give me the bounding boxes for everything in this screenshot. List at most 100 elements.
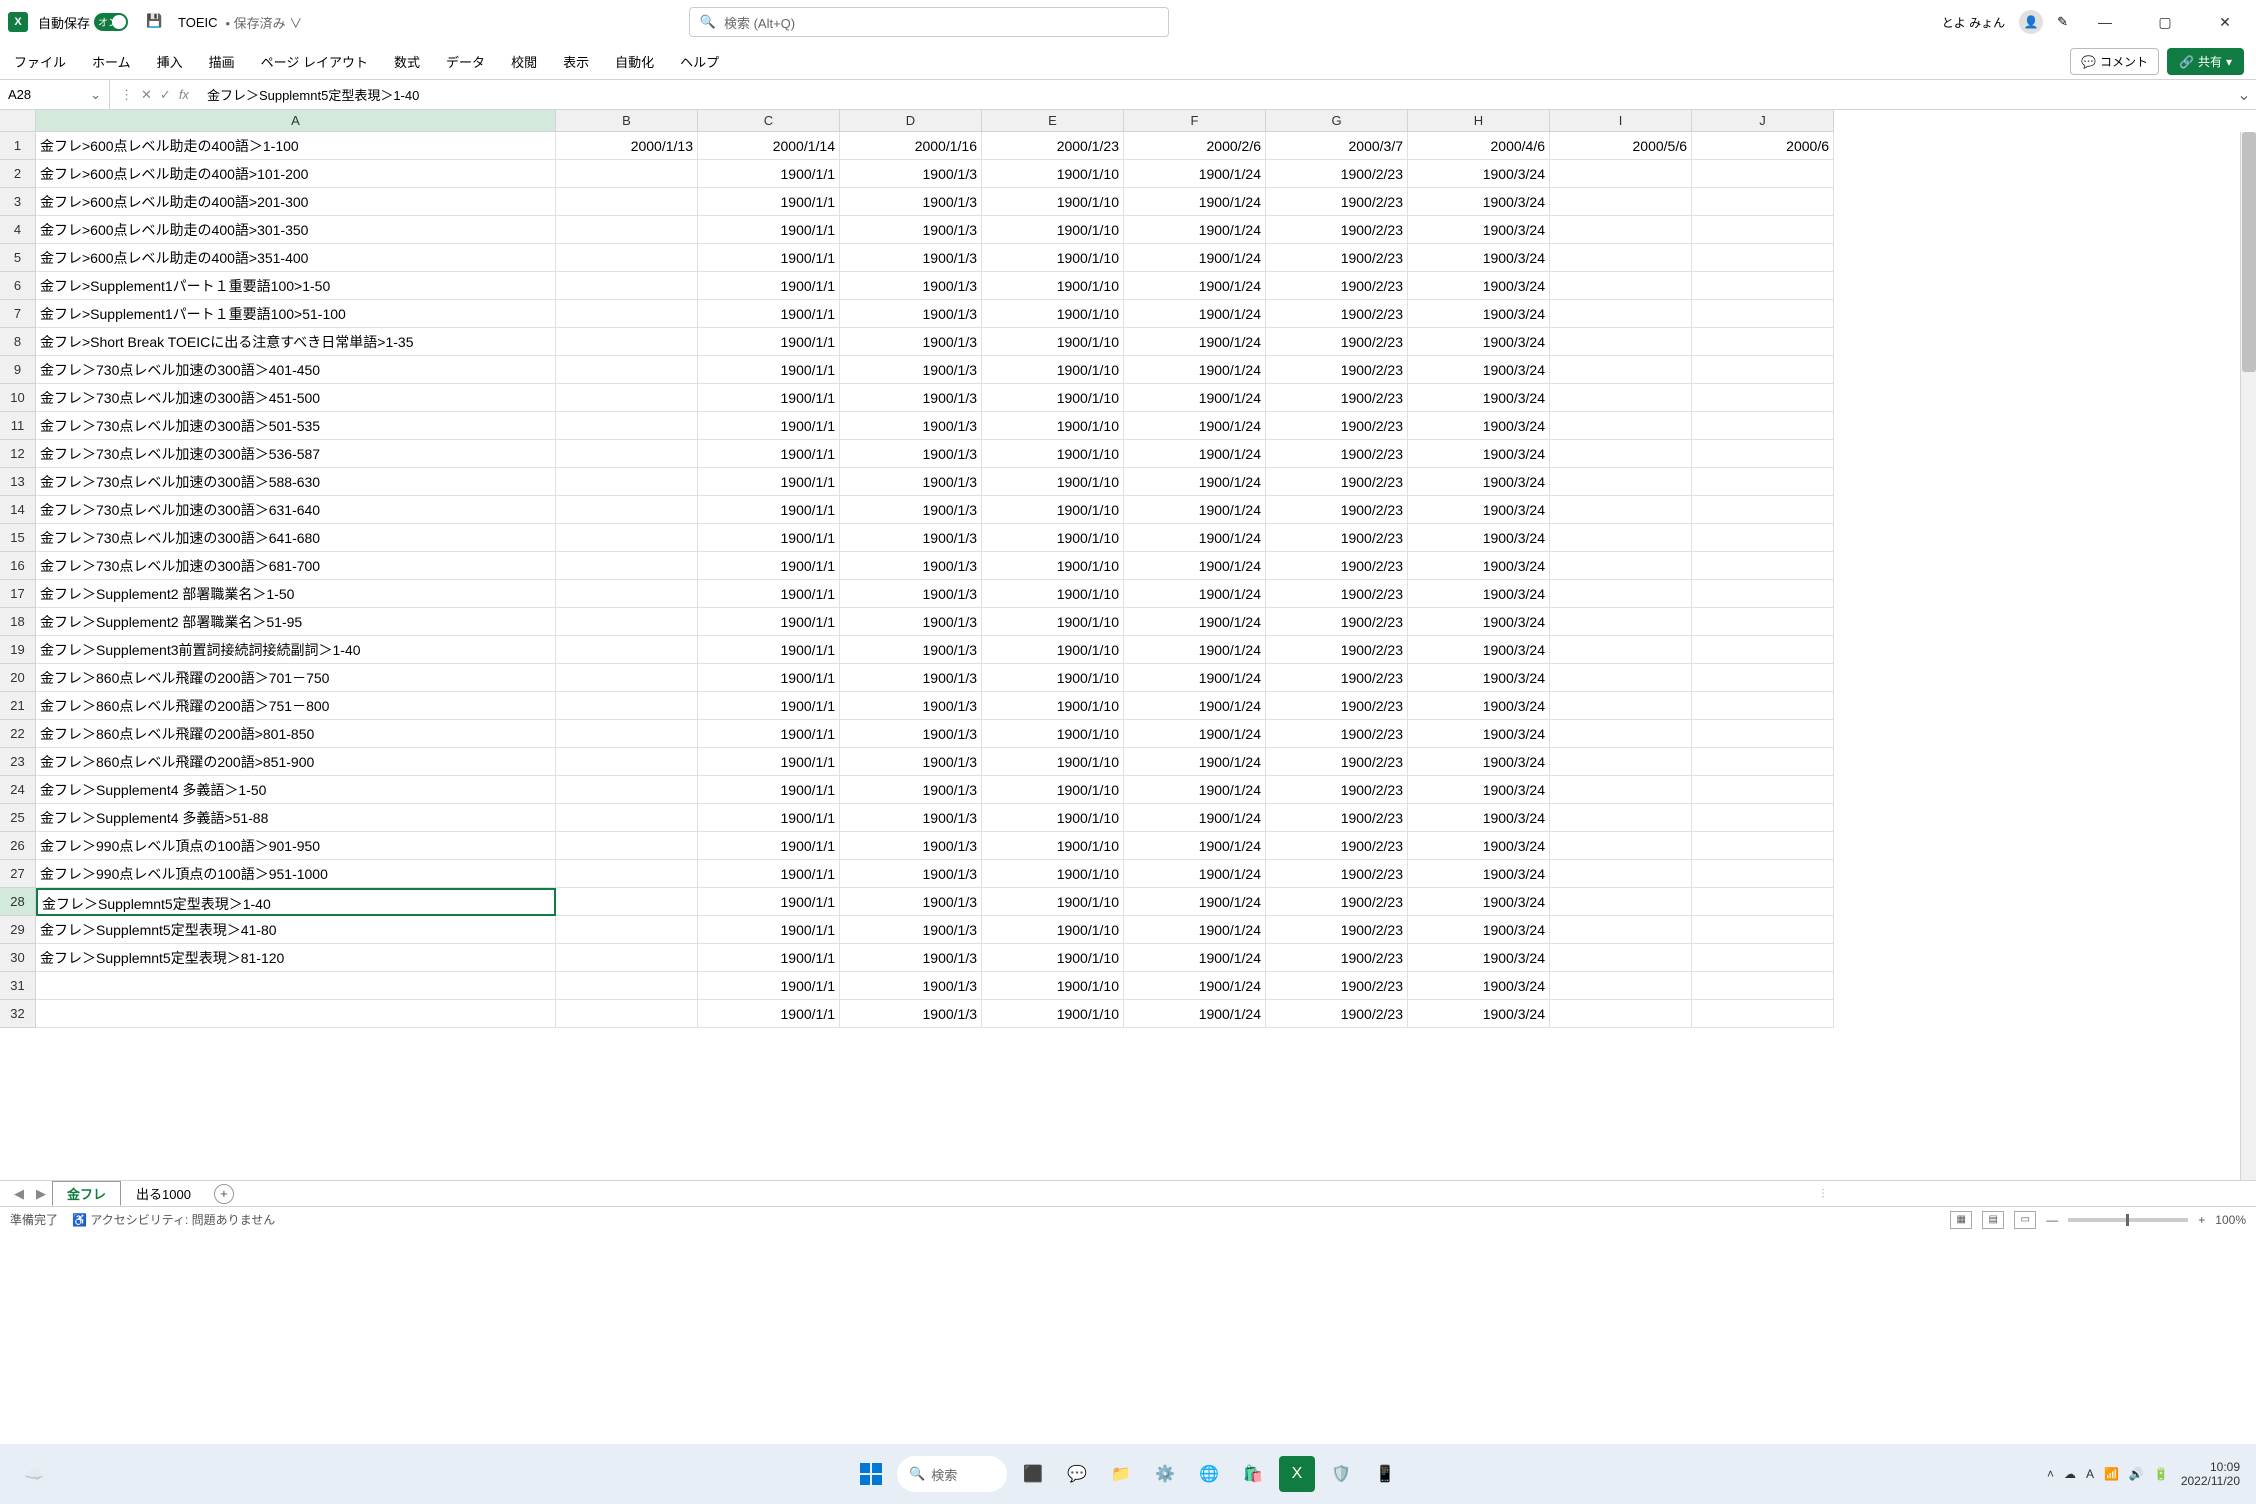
cell[interactable]: 1900/1/3 — [840, 944, 982, 972]
cell[interactable]: 1900/1/1 — [698, 412, 840, 440]
cell[interactable]: 金フレ＞990点レベル頂点の100語＞901-950 — [36, 832, 556, 860]
cell[interactable]: 1900/1/10 — [982, 244, 1124, 272]
cell[interactable]: 1900/2/23 — [1266, 468, 1408, 496]
cell[interactable]: 1900/1/10 — [982, 608, 1124, 636]
cell[interactable] — [1550, 748, 1692, 776]
ime-icon[interactable]: A — [2086, 1467, 2094, 1481]
cell[interactable]: 1900/1/3 — [840, 776, 982, 804]
cell[interactable] — [1550, 272, 1692, 300]
cell[interactable]: 1900/1/1 — [698, 636, 840, 664]
cell[interactable] — [1692, 272, 1834, 300]
column-header-J[interactable]: J — [1692, 110, 1834, 132]
user-name[interactable]: とよ みょん — [1942, 14, 2005, 31]
cell[interactable]: 1900/1/10 — [982, 692, 1124, 720]
edge-icon[interactable]: 🌐 — [1191, 1456, 1227, 1492]
cell[interactable]: 1900/3/24 — [1408, 440, 1550, 468]
cell[interactable]: 1900/1/10 — [982, 944, 1124, 972]
row-header[interactable]: 12 — [0, 440, 36, 468]
cell[interactable]: 1900/1/24 — [1124, 944, 1266, 972]
cell[interactable]: 1900/3/24 — [1408, 804, 1550, 832]
cell[interactable]: 1900/1/10 — [982, 916, 1124, 944]
cell[interactable]: 1900/3/24 — [1408, 692, 1550, 720]
row-header[interactable]: 20 — [0, 664, 36, 692]
cell[interactable] — [1692, 216, 1834, 244]
cell[interactable]: 1900/1/24 — [1124, 188, 1266, 216]
cell[interactable]: 1900/1/10 — [982, 748, 1124, 776]
cell[interactable] — [1692, 468, 1834, 496]
cancel-icon[interactable]: ✕ — [141, 87, 152, 103]
cell[interactable]: 1900/2/23 — [1266, 972, 1408, 1000]
fx-icon[interactable]: fx — [179, 87, 189, 102]
row-header[interactable]: 11 — [0, 412, 36, 440]
sheet-tab-active[interactable]: 金フレ — [52, 1181, 121, 1206]
cell[interactable] — [556, 244, 698, 272]
cell[interactable] — [1550, 916, 1692, 944]
cell[interactable] — [1692, 356, 1834, 384]
cell[interactable]: 1900/1/1 — [698, 160, 840, 188]
cell[interactable] — [1550, 160, 1692, 188]
cell[interactable]: 1900/1/24 — [1124, 1000, 1266, 1028]
cell[interactable] — [1692, 776, 1834, 804]
column-header-F[interactable]: F — [1124, 110, 1266, 132]
pen-icon[interactable]: ✎ — [2057, 14, 2068, 30]
row-header[interactable]: 9 — [0, 356, 36, 384]
row-header[interactable]: 1 — [0, 132, 36, 160]
cell[interactable]: 1900/1/24 — [1124, 272, 1266, 300]
cell[interactable] — [556, 636, 698, 664]
cell[interactable]: 1900/3/24 — [1408, 552, 1550, 580]
row-header[interactable]: 3 — [0, 188, 36, 216]
cell[interactable] — [556, 748, 698, 776]
cell[interactable]: 1900/3/24 — [1408, 524, 1550, 552]
cell[interactable] — [1692, 888, 1834, 916]
cell[interactable]: 金フレ>Supplement1パート１重要語100>51-100 — [36, 300, 556, 328]
cell[interactable]: 1900/1/3 — [840, 552, 982, 580]
cell[interactable] — [556, 328, 698, 356]
cell[interactable]: 金フレ＞730点レベル加速の300語＞681-700 — [36, 552, 556, 580]
enter-icon[interactable]: ✓ — [160, 87, 171, 103]
cell[interactable] — [556, 580, 698, 608]
cell[interactable]: 1900/3/24 — [1408, 776, 1550, 804]
store-icon[interactable]: 🛍️ — [1235, 1456, 1271, 1492]
zoom-level[interactable]: 100% — [2215, 1213, 2246, 1227]
ribbon-tab-ページ レイアウト[interactable]: ページ レイアウト — [259, 48, 370, 75]
cell[interactable]: 1900/1/10 — [982, 188, 1124, 216]
cell[interactable]: 1900/1/3 — [840, 272, 982, 300]
cell[interactable]: 1900/1/24 — [1124, 916, 1266, 944]
cell[interactable]: 1900/3/24 — [1408, 188, 1550, 216]
cell[interactable] — [1692, 860, 1834, 888]
cell[interactable]: 1900/1/3 — [840, 524, 982, 552]
cell[interactable] — [1692, 188, 1834, 216]
row-header[interactable]: 4 — [0, 216, 36, 244]
cell[interactable]: 1900/3/24 — [1408, 916, 1550, 944]
cell[interactable] — [556, 832, 698, 860]
cell[interactable] — [556, 608, 698, 636]
row-header[interactable]: 23 — [0, 748, 36, 776]
row-header[interactable]: 26 — [0, 832, 36, 860]
cell[interactable] — [1550, 440, 1692, 468]
cell[interactable] — [1550, 468, 1692, 496]
row-header[interactable]: 6 — [0, 272, 36, 300]
cell[interactable]: 1900/1/10 — [982, 272, 1124, 300]
cell[interactable]: 1900/2/23 — [1266, 552, 1408, 580]
row-header[interactable]: 8 — [0, 328, 36, 356]
onedrive-icon[interactable]: ☁ — [2064, 1467, 2076, 1481]
cell[interactable]: 1900/1/1 — [698, 328, 840, 356]
search-input[interactable]: 🔍 検索 (Alt+Q) — [689, 7, 1169, 37]
cell[interactable] — [1692, 608, 1834, 636]
cell[interactable]: 1900/1/1 — [698, 440, 840, 468]
chevron-down-icon[interactable]: ⌄ — [90, 87, 101, 103]
cell[interactable]: 1900/1/24 — [1124, 524, 1266, 552]
cell[interactable]: 1900/2/23 — [1266, 216, 1408, 244]
cell[interactable]: 1900/1/24 — [1124, 440, 1266, 468]
row-header[interactable]: 31 — [0, 972, 36, 1000]
ribbon-tab-校閲[interactable]: 校閲 — [509, 48, 539, 75]
ribbon-tab-自動化[interactable]: 自動化 — [613, 48, 656, 75]
cell[interactable]: 1900/1/3 — [840, 860, 982, 888]
cell[interactable]: 1900/1/10 — [982, 496, 1124, 524]
row-header[interactable]: 19 — [0, 636, 36, 664]
cell[interactable]: 1900/1/10 — [982, 636, 1124, 664]
cell[interactable] — [556, 888, 698, 916]
cell[interactable]: 1900/2/23 — [1266, 776, 1408, 804]
column-header-A[interactable]: A — [36, 110, 556, 132]
maximize-button[interactable]: ▢ — [2142, 6, 2188, 38]
